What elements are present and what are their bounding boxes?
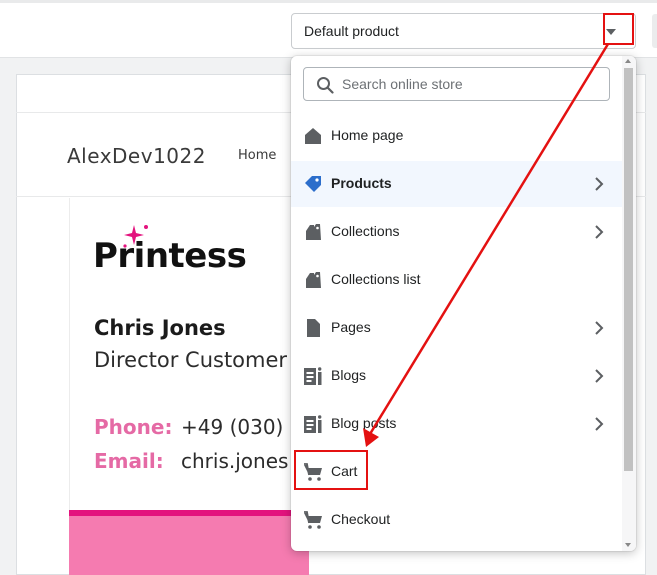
menu-item-label: Collections list [331, 271, 421, 287]
chevron-right-icon [595, 225, 604, 239]
product-template-select[interactable]: Default product [291, 13, 636, 49]
chevron-right-icon [595, 417, 604, 431]
scroll-thumb[interactable] [624, 68, 633, 471]
tag-icon [305, 176, 321, 192]
card-person-name: Chris Jones [94, 316, 226, 340]
nav-link-home[interactable]: Home [238, 148, 276, 163]
menu-item-products[interactable]: Products [291, 161, 622, 207]
highlight-box-cart [294, 450, 368, 490]
menu-item-collections[interactable]: Collections [291, 209, 622, 255]
search-icon [317, 77, 334, 94]
highlight-box-caret [603, 13, 634, 45]
right-edge-control[interactable] [652, 14, 657, 48]
brand-logo-text: Printess [93, 236, 247, 276]
scroll-down-arrow-icon[interactable] [625, 543, 631, 547]
menu-item-checkout[interactable]: Checkout [291, 497, 622, 543]
email-value: chris.jones [181, 449, 289, 473]
menu-item-label: Home page [331, 127, 404, 143]
chevron-right-icon [595, 321, 604, 335]
menu-item-label: Blog posts [331, 415, 397, 431]
menu-item-label: Checkout [331, 511, 391, 527]
menu-item-label: Blogs [331, 367, 367, 383]
menu-item-blogs[interactable]: Blogs [291, 353, 622, 399]
selected-template: Default product [304, 23, 399, 39]
phone-label: Phone: [94, 415, 173, 439]
cart-icon [304, 511, 322, 529]
store-name[interactable]: AlexDev1022 [67, 144, 206, 168]
menu-item-home-page[interactable]: Home page [291, 113, 622, 159]
top-border [0, 0, 657, 3]
page-icon [307, 319, 320, 337]
menu-item-label: Products [331, 175, 392, 191]
chevron-right-icon [595, 369, 604, 383]
card-accent-band [69, 516, 309, 575]
search-input[interactable] [342, 74, 602, 94]
blog-icon [304, 415, 322, 433]
menu-item-blog-posts[interactable]: Blog posts [291, 401, 622, 447]
chevron-right-icon [595, 177, 604, 191]
menu-item-label: Pages [331, 319, 371, 335]
menu-item-label: Collections [331, 223, 400, 239]
card-person-title: Director Customer [94, 348, 288, 372]
collection-tags-icon [306, 272, 321, 288]
search-box[interactable] [303, 67, 610, 101]
menu-item-collections-list[interactable]: Collections list [291, 257, 622, 303]
collection-tags-icon [306, 224, 321, 240]
blog-icon [304, 367, 322, 385]
scroll-up-arrow-icon[interactable] [625, 59, 631, 63]
phone-value: +49 (030) 6 [181, 415, 303, 439]
menu-item-pages[interactable]: Pages [291, 305, 622, 351]
home-icon [305, 128, 321, 144]
email-label: Email: [94, 449, 164, 473]
